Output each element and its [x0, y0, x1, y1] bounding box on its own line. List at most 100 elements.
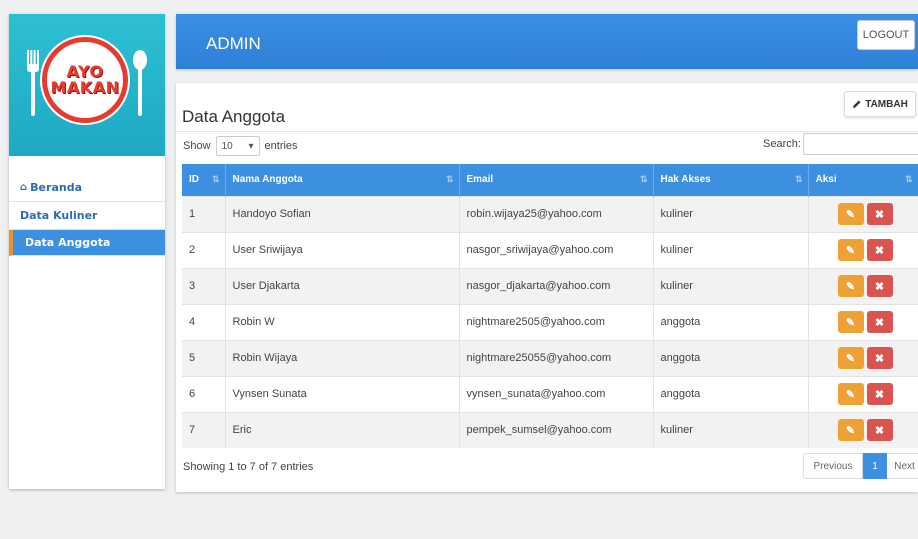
entries-select[interactable]: 10 ▾: [215, 136, 260, 156]
sidebar-item-beranda[interactable]: ⌂ Beranda: [9, 174, 165, 202]
column-header-email[interactable]: Email ⇅: [459, 164, 654, 196]
edit-icon: ✎: [845, 424, 856, 437]
cell-id: 4: [182, 303, 226, 340]
cell-name: User Djakarta: [225, 267, 460, 304]
edit-icon: ✎: [845, 280, 856, 293]
column-header-role[interactable]: Hak Akses ⇅: [653, 164, 809, 196]
cell-role: kuliner: [653, 195, 809, 232]
sort-icon: ⇅: [904, 174, 913, 184]
close-icon: ✖: [874, 244, 885, 257]
delete-button[interactable]: ✖: [866, 275, 893, 297]
table-row: 3 User Djakarta nasgor_djakarta@yahoo.co…: [182, 267, 918, 304]
delete-button[interactable]: ✖: [866, 239, 893, 261]
delete-button[interactable]: ✖: [866, 347, 893, 369]
table-row: 2 User Sriwijaya nasgor_sriwijaya@yahoo.…: [182, 231, 918, 268]
edit-button[interactable]: ✎: [837, 383, 864, 405]
cell-email: nightmare25055@yahoo.com: [459, 339, 654, 376]
header: ADMIN LOGOUT: [176, 14, 918, 69]
table-row: 6 Vynsen Sunata vynsen_sunata@yahoo.com …: [182, 375, 918, 412]
cell-name: Eric: [225, 411, 460, 448]
cell-id: 2: [182, 231, 226, 268]
pencil-icon: [853, 100, 861, 108]
edit-button[interactable]: ✎: [837, 419, 864, 442]
edit-icon: ✎: [845, 244, 856, 257]
cell-role: anggota: [653, 303, 809, 340]
next-page-button[interactable]: Next: [887, 453, 918, 479]
table-info: Showing 1 to 7 of 7 entries: [183, 461, 314, 473]
divider: [176, 131, 918, 132]
cell-role: kuliner: [653, 411, 809, 448]
sidebar-item-data-kuliner[interactable]: Data Kuliner: [9, 202, 165, 230]
edit-icon: ✎: [845, 388, 856, 401]
edit-icon: ✎: [845, 352, 856, 365]
page-title: Data Anggota: [182, 107, 286, 126]
cell-id: 3: [182, 267, 226, 304]
sidebar-item-data-anggota[interactable]: Data Anggota: [9, 230, 165, 256]
table-header-row: ID ⇅ Nama Anggota ⇅ Email ⇅ Hak Akses ⇅ Aksi…: [182, 164, 918, 196]
previous-page-button[interactable]: Previous: [803, 453, 863, 479]
edit-button[interactable]: ✎: [837, 275, 864, 297]
delete-button[interactable]: ✖: [866, 383, 893, 405]
cell-actions: ✎ ✖: [808, 195, 918, 232]
length-control: Show 10 ▾ entries: [183, 136, 298, 156]
cell-email: nasgor_djakarta@yahoo.com: [459, 267, 654, 304]
logo-area: AYO MAKAN: [9, 14, 165, 156]
cell-actions: ✎ ✖: [808, 339, 918, 376]
page-1-button[interactable]: 1: [863, 453, 887, 479]
logout-button[interactable]: LOGOUT: [857, 20, 915, 50]
column-header-action[interactable]: Aksi ⇅: [808, 164, 918, 196]
delete-button[interactable]: ✖: [866, 419, 893, 442]
cell-name: Robin W: [225, 303, 460, 340]
cell-actions: ✎ ✖: [808, 303, 918, 340]
add-button-label: TAMBAH: [865, 98, 908, 110]
cell-name: User Sriwijaya: [225, 231, 460, 268]
cell-name: Robin Wijaya: [225, 339, 460, 376]
edit-button[interactable]: ✎: [837, 347, 864, 369]
add-button[interactable]: TAMBAH: [844, 91, 916, 117]
entries-label: entries: [264, 140, 298, 152]
pagination: Previous 1 Next: [803, 453, 918, 479]
cell-actions: ✎ ✖: [808, 411, 918, 448]
sort-icon: ⇅: [445, 174, 454, 184]
fork-icon: [27, 50, 39, 116]
cell-email: nasgor_sriwijaya@yahoo.com: [459, 231, 654, 268]
entries-select-value: 10: [221, 140, 233, 152]
cell-email: pempek_sumsel@yahoo.com: [459, 411, 654, 448]
delete-button[interactable]: ✖: [866, 203, 893, 225]
table-row: 5 Robin Wijaya nightmare25055@yahoo.com …: [182, 339, 918, 376]
sidebar: AYO MAKAN ⌂ Beranda Data Kuliner Data An…: [9, 14, 165, 489]
edit-icon: ✎: [845, 208, 856, 221]
close-icon: ✖: [874, 280, 885, 293]
home-icon: ⌂: [20, 182, 28, 193]
table-row: 1 Handoyo Sofian robin.wijaya25@yahoo.co…: [182, 195, 918, 232]
cell-role: anggota: [653, 375, 809, 412]
cell-id: 5: [182, 339, 226, 376]
cell-email: robin.wijaya25@yahoo.com: [459, 195, 654, 232]
members-table: ID ⇅ Nama Anggota ⇅ Email ⇅ Hak Akses ⇅ Aksi…: [182, 164, 918, 448]
column-header-name[interactable]: Nama Anggota ⇅: [225, 164, 460, 196]
edit-button[interactable]: ✎: [837, 203, 864, 225]
cell-id: 7: [182, 411, 226, 448]
logo: AYO MAKAN: [42, 37, 128, 123]
spoon-icon: [133, 50, 147, 116]
search-input[interactable]: [803, 133, 918, 155]
cell-actions: ✎ ✖: [808, 267, 918, 304]
edit-button[interactable]: ✎: [837, 239, 864, 261]
cell-id: 1: [182, 195, 226, 232]
close-icon: ✖: [874, 352, 885, 365]
sidebar-item-label: Data Kuliner: [20, 209, 98, 222]
table-row: 7 Eric pempek_sumsel@yahoo.com kuliner ✎…: [182, 411, 918, 448]
column-header-id[interactable]: ID ⇅: [182, 164, 226, 196]
sort-icon: ⇅: [639, 174, 648, 184]
cell-role: kuliner: [653, 231, 809, 268]
delete-button[interactable]: ✖: [866, 311, 893, 333]
cell-actions: ✎ ✖: [808, 375, 918, 412]
edit-button[interactable]: ✎: [837, 311, 864, 333]
show-label: Show: [183, 140, 211, 152]
sidebar-nav: ⌂ Beranda Data Kuliner Data Anggota: [9, 174, 165, 256]
table-row: 4 Robin W nightmare2505@yahoo.com anggot…: [182, 303, 918, 340]
sort-asc-icon: ⇅: [211, 174, 220, 184]
cell-role: anggota: [653, 339, 809, 376]
close-icon: ✖: [874, 388, 885, 401]
logo-text-line2: MAKAN: [50, 78, 120, 97]
